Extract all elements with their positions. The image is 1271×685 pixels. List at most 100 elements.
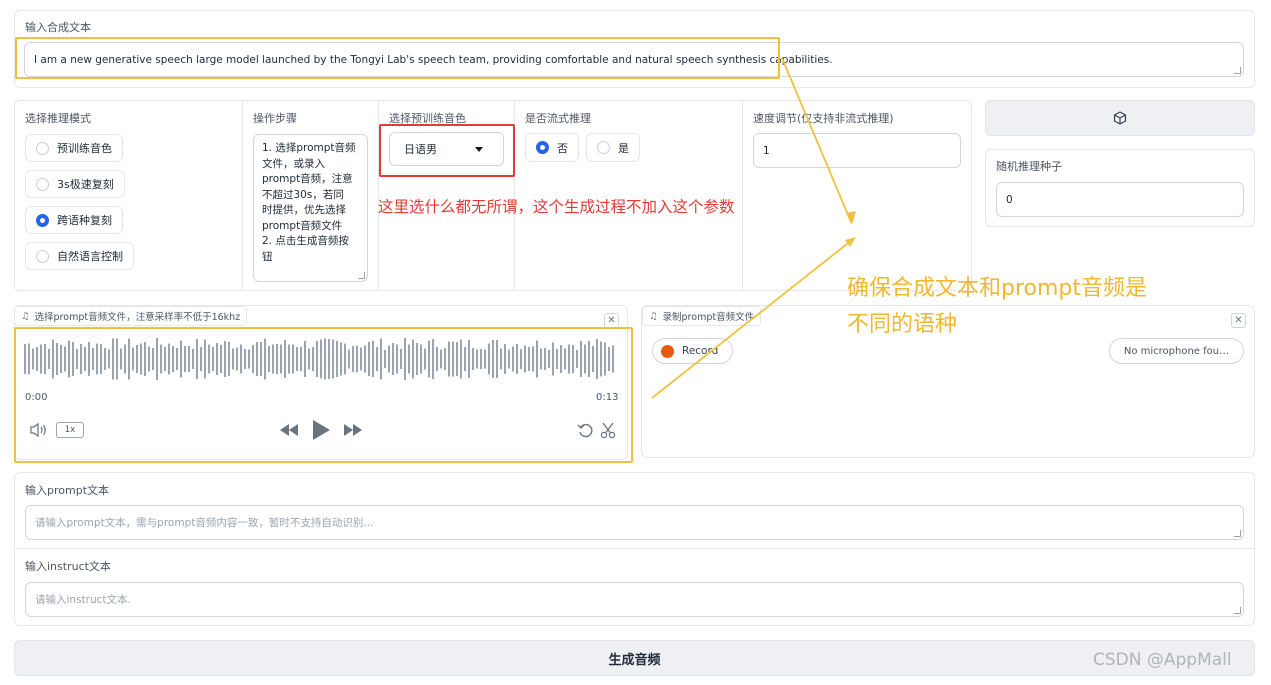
waveform-bar (604, 342, 606, 376)
steps-resize-handle[interactable] (358, 272, 365, 279)
microphone-select[interactable]: No microphone fou… (1109, 338, 1244, 364)
waveform-bar (368, 342, 370, 376)
waveform-bar (284, 340, 286, 378)
record-clear-button[interactable]: ✕ (1231, 313, 1246, 328)
waveform-bar (244, 349, 246, 369)
record-button-label: Record (682, 345, 719, 357)
waveform-bar (348, 349, 350, 369)
steps-line: 钮 (262, 250, 273, 263)
waveform-bar (476, 349, 478, 369)
waveform-bar (256, 342, 258, 376)
waveform-bar (444, 348, 446, 370)
mode-option-3s-clone[interactable]: 3s极速复刻 (25, 170, 125, 198)
voice-select-highlight (379, 124, 515, 177)
waveform-bar (240, 344, 242, 374)
audio-waveform[interactable] (24, 337, 618, 381)
music-note-icon: ♫ (649, 310, 658, 322)
fast-forward-icon[interactable] (343, 423, 363, 437)
waveform-bar (280, 344, 282, 374)
waveform-bar (228, 342, 230, 376)
waveform-bar (132, 347, 134, 371)
audio-time-start: 0:00 (25, 392, 48, 403)
undo-icon[interactable] (577, 422, 594, 439)
prompt-audio-clear-button[interactable]: ✕ (604, 313, 619, 328)
waveform-bar (264, 338, 266, 380)
waveform-bar (456, 342, 458, 376)
waveform-bar (488, 343, 490, 375)
waveform-bar (44, 344, 46, 374)
waveform-bar (316, 341, 318, 377)
stream-option-label: 否 (557, 141, 568, 155)
waveform-bar (192, 349, 194, 369)
playback-speed-button[interactable]: 1x (56, 422, 84, 438)
waveform-bar (172, 346, 174, 372)
waveform-bar (408, 344, 410, 374)
waveform-bar (336, 341, 338, 377)
waveform-bar (576, 350, 578, 368)
prompt-audio-label: 选择prompt音频文件，注意采样率不低于16khz (34, 312, 241, 323)
waveform-bar (352, 346, 354, 372)
mode-option-label: 跨语种复刻 (57, 214, 112, 227)
waveform-bar (36, 347, 38, 371)
waveform-bar (248, 349, 250, 369)
instruct-text-resize-handle[interactable] (1234, 607, 1241, 614)
waveform-bar (120, 348, 122, 370)
mode-option-crosslingual[interactable]: 跨语种复刻 (25, 206, 123, 234)
play-icon[interactable] (311, 419, 331, 441)
annotation-yellow-note-line2: 不同的语种 (847, 312, 958, 337)
mode-label: 选择推理模式 (25, 112, 91, 125)
waveform-bar (40, 344, 42, 374)
stream-option-no[interactable]: 否 (525, 133, 579, 162)
scissors-icon[interactable] (600, 422, 616, 439)
prompt-text-input[interactable]: 请输入prompt文本，需与prompt音频内容一致，暂时不支持自动识别... (25, 505, 1244, 540)
random-seed-button[interactable] (985, 100, 1255, 136)
music-note-icon: ♫ (21, 310, 30, 322)
instruct-text-label: 输入instruct文本 (25, 560, 111, 573)
waveform-bar (380, 338, 382, 380)
rewind-icon[interactable] (279, 423, 299, 437)
waveform-bar (580, 341, 582, 377)
waveform-bar (460, 339, 462, 379)
synth-text-resize-handle[interactable] (1234, 67, 1241, 74)
waveform-bar (292, 344, 294, 374)
waveform-bar (360, 347, 362, 371)
mode-option-pretrained[interactable]: 预训练音色 (25, 134, 123, 162)
volume-icon[interactable] (29, 422, 49, 438)
waveform-bar (552, 342, 554, 376)
waveform-bar (236, 347, 238, 371)
generate-audio-button[interactable]: 生成音频 (14, 640, 1255, 676)
waveform-bar (608, 347, 610, 371)
steps-label: 操作步骤 (253, 112, 297, 125)
waveform-bar (300, 347, 302, 371)
steps-line: 2. 点击生成音频按 (262, 235, 349, 247)
waveform-bar (472, 348, 474, 370)
waveform-bar (104, 348, 106, 370)
waveform-bar (260, 342, 262, 376)
record-tag: ♫ 录制prompt音频文件 (642, 306, 762, 326)
waveform-bar (328, 339, 330, 379)
audio-time-end: 0:13 (596, 392, 619, 403)
waveform-bar (152, 348, 154, 370)
waveform-bar (592, 346, 594, 372)
waveform-bar (344, 343, 346, 375)
waveform-bar (140, 343, 142, 375)
waveform-bar (116, 338, 118, 380)
waveform-bar (184, 346, 186, 372)
steps-textarea[interactable]: 1. 选择prompt音频 文件，或录入 prompt音频，注意 不超过30s，… (253, 134, 368, 282)
instruct-text-input[interactable]: 请输入instruct文本. (25, 582, 1244, 617)
waveform-bar (388, 345, 390, 373)
stream-option-yes[interactable]: 是 (586, 133, 640, 162)
waveform-bar (188, 346, 190, 372)
mode-option-label: 自然语言控制 (57, 250, 123, 263)
prompt-text-resize-handle[interactable] (1234, 530, 1241, 537)
waveform-bar (112, 338, 114, 380)
waveform-bar (612, 345, 614, 373)
waveform-bar (220, 345, 222, 373)
synth-text-input[interactable]: I am a new generative speech large model… (24, 42, 1244, 77)
mode-option-instruct[interactable]: 自然语言控制 (25, 242, 134, 270)
record-button[interactable]: Record (652, 338, 733, 364)
waveform-bar (276, 344, 278, 374)
mode-option-label: 3s极速复刻 (57, 178, 114, 191)
seed-input[interactable]: 0 (996, 182, 1244, 217)
speed-input[interactable]: 1 (753, 133, 961, 168)
